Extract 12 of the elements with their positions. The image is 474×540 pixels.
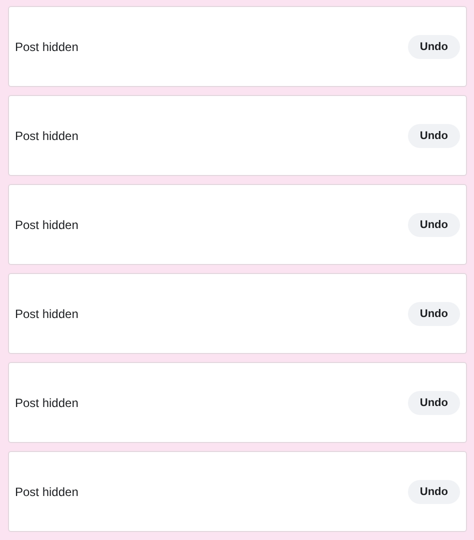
post-hidden-message: Post hidden	[15, 396, 78, 410]
undo-button[interactable]: Undo	[408, 124, 460, 148]
undo-button[interactable]: Undo	[408, 212, 460, 236]
undo-button[interactable]: Undo	[408, 34, 460, 58]
undo-button[interactable]: Undo	[408, 390, 460, 414]
undo-button[interactable]: Undo	[408, 302, 460, 326]
post-hidden-message: Post hidden	[15, 218, 78, 232]
post-hidden-message: Post hidden	[15, 40, 78, 54]
post-hidden-message: Post hidden	[15, 306, 78, 320]
post-hidden-message: Post hidden	[15, 484, 78, 498]
post-hidden-message: Post hidden	[15, 128, 78, 142]
undo-button[interactable]: Undo	[408, 480, 460, 504]
